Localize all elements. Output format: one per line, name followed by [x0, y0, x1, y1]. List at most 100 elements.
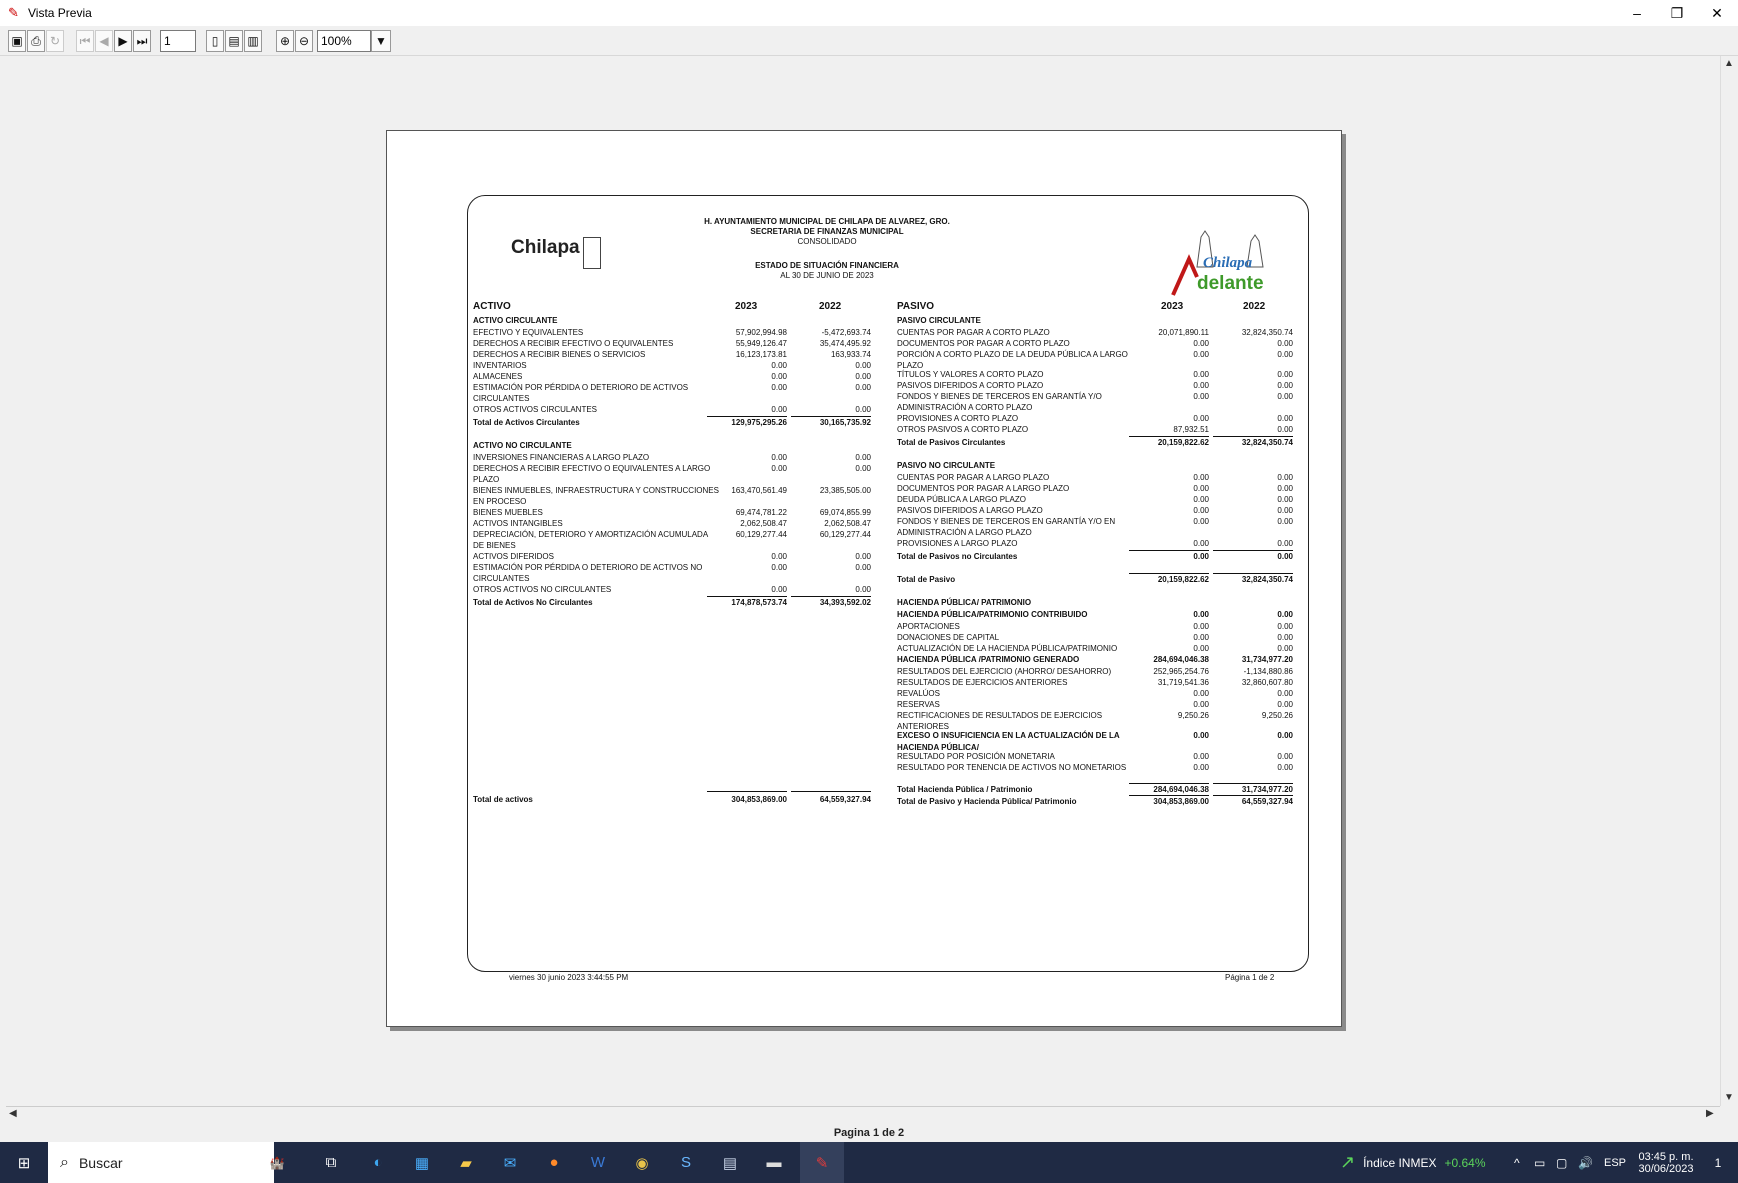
chilapa-adelante-logo: Chilapa delante: [1171, 230, 1264, 296]
clock-date: 30/06/2023: [1638, 1162, 1694, 1175]
language-indicator[interactable]: ESP: [1604, 1142, 1626, 1183]
row-label: ACTIVOS DIFERIDOS: [473, 552, 554, 561]
zoom-dropdown-icon[interactable]: ▼: [371, 30, 391, 52]
row-value-2022: 0.00: [1277, 506, 1293, 515]
taskbar-search[interactable]: ⌕ Buscar: [48, 1142, 274, 1183]
file-explorer-icon[interactable]: ▰: [448, 1142, 484, 1183]
mail-icon[interactable]: ✉: [492, 1142, 528, 1183]
inmex-widget[interactable]: ↗ Índice INMEX +0.64%: [1340, 1142, 1486, 1183]
firefox-icon[interactable]: ●: [536, 1142, 572, 1183]
close-button[interactable]: ✕: [1694, 0, 1738, 26]
row-label: HACIENDA PÚBLICA/PATRIMONIO CONTRIBUIDO: [897, 610, 1088, 619]
logo-right-top: Chilapa: [1203, 255, 1253, 271]
row-value-2022: 0.00: [855, 585, 871, 594]
next-page-icon[interactable]: ▶: [114, 30, 132, 52]
previous-page-icon[interactable]: ◀: [95, 30, 113, 52]
zoom-out-icon[interactable]: ⊖: [295, 30, 313, 52]
row-label: DEUDA PÚBLICA A LARGO PLAZO: [897, 495, 1026, 504]
word-icon[interactable]: W: [580, 1142, 616, 1183]
taskbar: ⊞ ⌕ Buscar 🏰 ⧉ ◐ ▦ ▰ ✉ ● W ◉ S ▤ ▬ ✎ ↗ Í…: [0, 1142, 1738, 1183]
row-value-2022: 0.00: [855, 563, 871, 572]
page-number-input[interactable]: [160, 30, 196, 52]
preview-app-icon[interactable]: ✎: [800, 1142, 844, 1183]
network-icon[interactable]: ▭: [1534, 1142, 1545, 1183]
row-label: BIENES MUEBLES: [473, 508, 543, 517]
report-page: H. AYUNTAMIENTO MUNICIPAL DE CHILAPA DE …: [386, 130, 1342, 1027]
row-value-2022: 0.00: [1277, 381, 1293, 390]
window-title: Vista Previa: [28, 6, 92, 20]
row-value-2022: 31,734,977.20: [1241, 655, 1293, 664]
single-page-icon[interactable]: ▯: [206, 30, 224, 52]
scroll-up-icon[interactable]: ▲: [1724, 58, 1734, 69]
notification-icon[interactable]: 1: [1704, 1142, 1732, 1183]
row-label: RESULTADO POR TENENCIA DE ACTIVOS NO MON…: [897, 763, 1127, 772]
volume-icon[interactable]: 🔊: [1578, 1142, 1593, 1183]
refresh-icon[interactable]: ↻: [46, 30, 64, 52]
row-label: Total de Pasivos Circulantes: [897, 438, 1006, 447]
zoom-in-icon[interactable]: ⊕: [276, 30, 294, 52]
clock[interactable]: 03:45 p. m. 30/06/2023: [1634, 1142, 1698, 1183]
pasivo-year-2022: 2022: [1243, 301, 1266, 312]
page-width-icon[interactable]: ▤: [225, 30, 243, 52]
row-label: PORCIÓN A CORTO PLAZO DE LA DEUDA PÚBLIC…: [897, 350, 1128, 359]
tray-chevron-icon[interactable]: ^: [1514, 1142, 1520, 1183]
row-value-2022: 0.00: [855, 383, 871, 392]
notification-count: 1: [1714, 1155, 1722, 1170]
calculator-icon[interactable]: ▤: [712, 1142, 748, 1183]
save-icon[interactable]: ▣: [8, 30, 26, 52]
row-label: Total de Pasivos no Circulantes: [897, 552, 1018, 561]
row-value-2022: 0.00: [1277, 689, 1293, 698]
first-page-icon[interactable]: ⏮: [76, 30, 94, 52]
row-label: ACTIVOS INTANGIBLES: [473, 519, 563, 528]
chart-up-icon: ↗: [1340, 1152, 1356, 1172]
activo-header: ACTIVO: [473, 301, 511, 312]
row-label: PASIVOS DIFERIDOS A CORTO PLAZO: [897, 381, 1044, 390]
row-label: EXCESO O INSUFICIENCIA EN LA ACTUALIZACI…: [897, 731, 1120, 740]
vertical-scrollbar[interactable]: ▲ ▼: [1720, 56, 1738, 1106]
row-label: ESTIMACIÓN POR PÉRDIDA O DETERIORO DE AC…: [473, 383, 689, 392]
task-view-icon[interactable]: ⧉: [316, 1142, 346, 1183]
scroll-down-icon[interactable]: ▼: [1724, 1092, 1734, 1103]
edge-icon[interactable]: ◐: [360, 1142, 396, 1183]
footer-date: viernes 30 junio 2023 3:44:55 PM: [509, 973, 629, 982]
skype-icon[interactable]: S: [668, 1142, 704, 1183]
row-value-2022: 0.00: [1277, 700, 1293, 709]
row-value-2022: 0.00: [1277, 644, 1293, 653]
row-label: INVENTARIOS: [473, 361, 527, 370]
title-bar: ✎ Vista Previa: [0, 0, 1738, 26]
row-label: Total de Activos No Circulantes: [473, 598, 593, 607]
row-value-2022: 0.00: [1277, 610, 1293, 619]
store-icon[interactable]: ▦: [404, 1142, 440, 1183]
row-value-2022: 2,062,508.47: [824, 519, 871, 528]
total-activos-line: [707, 791, 787, 792]
scroll-left-icon[interactable]: ◀: [9, 1108, 17, 1119]
row-value-2022: 69,074,855.99: [819, 508, 871, 517]
terminal-icon[interactable]: ▬: [756, 1142, 792, 1183]
windows-start-icon[interactable]: ⊞: [0, 1142, 48, 1183]
horizontal-scrollbar[interactable]: ◀ ▶: [6, 1106, 1720, 1122]
display-icon[interactable]: ▢: [1556, 1142, 1567, 1183]
row-label: EFECTIVO Y EQUIVALENTES: [473, 328, 584, 337]
row-label: PROVISIONES A LARGO PLAZO: [897, 539, 1018, 548]
row-value-2022: 0.00: [1277, 731, 1293, 740]
status-page: Pagina 1 de 2: [833, 1127, 905, 1139]
chrome-icon[interactable]: ◉: [624, 1142, 660, 1183]
row-value-2022: 34,393,592.02: [819, 598, 871, 607]
row-value-2022: 0.00: [1277, 370, 1293, 379]
row-label: PASIVOS DIFERIDOS A LARGO PLAZO: [897, 506, 1043, 515]
row-label: PASIVO NO CIRCULANTE: [897, 461, 996, 470]
total-activos-2022: 64,559,327.94: [819, 795, 871, 804]
seal-icon: [583, 237, 601, 269]
zoom-input[interactable]: [317, 30, 371, 52]
last-page-icon[interactable]: ⏭: [133, 30, 151, 52]
row-label: EN PROCESO: [473, 497, 527, 506]
whole-page-icon[interactable]: ▥: [244, 30, 262, 52]
row-value-2022: 0.00: [855, 405, 871, 414]
clock-time: 03:45 p. m.: [1638, 1150, 1694, 1163]
row-value-2022: 30,165,735.92: [819, 418, 871, 427]
scroll-right-icon[interactable]: ▶: [1706, 1108, 1714, 1119]
row-value-2022: 0.00: [1277, 350, 1293, 359]
widget-castle-icon[interactable]: 🏰: [244, 1142, 310, 1183]
print-icon[interactable]: ⎙: [27, 30, 45, 52]
row-label: DE BIENES: [473, 541, 516, 550]
